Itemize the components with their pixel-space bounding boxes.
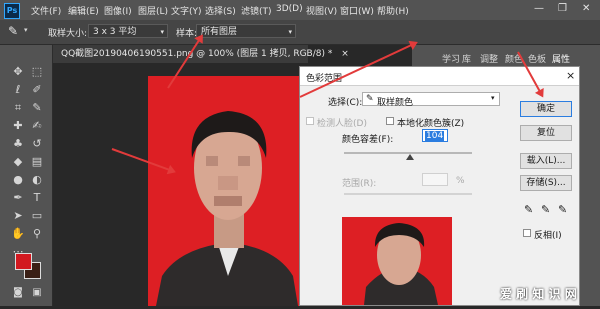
sample-size-select[interactable]: 3 x 3 平均 ▾ xyxy=(88,24,168,38)
load-button[interactable]: 载入(L)... xyxy=(520,153,572,169)
healing-brush-tool-icon[interactable]: ✚ xyxy=(10,118,26,134)
zoom-tool-icon[interactable]: ⚲ xyxy=(29,226,45,242)
minimize-button[interactable]: — xyxy=(534,3,544,14)
type-tool-icon[interactable]: T xyxy=(29,190,45,206)
menu-image[interactable]: 图像(I) xyxy=(104,4,132,17)
close-window-button[interactable]: ✕ xyxy=(582,3,590,14)
document-tab[interactable]: QQ截图20190406190551.png @ 100% (图层 1 拷贝, … xyxy=(53,45,349,63)
color-range-dialog: 色彩范围 × 选择(C): ✎ 取样颜色 ▾ 检测人脸(D) 本地化颜色簇(Z)… xyxy=(299,66,580,306)
menu-3d[interactable]: 3D(D) xyxy=(276,4,303,14)
preview-figure xyxy=(364,223,438,305)
tab-swatches[interactable]: 色板 xyxy=(528,52,546,65)
select-value: 取样颜色 xyxy=(377,98,414,108)
menu-layer[interactable]: 图层(L) xyxy=(138,4,168,17)
portrait-photo xyxy=(148,76,300,306)
pen-tool-icon[interactable]: ✒ xyxy=(10,190,26,206)
path-select-tool-icon[interactable]: ➤ xyxy=(10,208,26,224)
menu-file[interactable]: 文件(F) xyxy=(31,4,61,17)
brush-tool-icon[interactable]: ✍ xyxy=(29,118,45,134)
close-icon[interactable]: × xyxy=(341,49,349,59)
eyedropper-tool-icon[interactable]: ✎ xyxy=(29,100,45,116)
menu-help[interactable]: 帮助(H) xyxy=(377,4,409,17)
select-label: 选择(C): xyxy=(328,98,363,108)
gradient-tool-icon[interactable]: ▤ xyxy=(29,154,45,170)
fuzziness-value: 104 xyxy=(425,131,445,141)
blur-tool-icon[interactable]: ● xyxy=(10,172,26,188)
range-slider-track[interactable] xyxy=(344,193,472,195)
photoshop-logo: Ps xyxy=(4,3,20,19)
shape-tool-icon[interactable]: ▭ xyxy=(29,208,45,224)
quick-mask-icon[interactable]: ◙ xyxy=(10,285,26,301)
save-button[interactable]: 存储(S)... xyxy=(520,175,572,191)
tab-learn[interactable]: 学习 xyxy=(442,52,460,65)
select-dropdown[interactable]: ✎ 取样颜色 ▾ xyxy=(362,92,500,108)
menu-view[interactable]: 视图(V) xyxy=(306,4,337,17)
move-tool-icon[interactable]: ✥ xyxy=(10,64,26,80)
detect-faces-label: 检测人脸(D) xyxy=(317,119,367,129)
range-label: 范围(R): xyxy=(342,179,377,189)
chevron-down-icon: ▾ xyxy=(160,28,164,36)
menu-type[interactable]: 文字(Y) xyxy=(171,4,202,17)
fuzziness-slider-handle[interactable] xyxy=(406,154,414,160)
tab-libraries[interactable]: 库 xyxy=(462,52,471,65)
chevron-down-icon: ▾ xyxy=(491,94,495,102)
invert-label: 反相(I) xyxy=(534,231,562,241)
screen-mode-icon[interactable]: ▣ xyxy=(29,285,45,301)
menu-edit[interactable]: 编辑(E) xyxy=(68,4,99,17)
watermark: 爱 刷 知 识 网 xyxy=(500,287,577,301)
hand-tool-icon[interactable]: ✋ xyxy=(10,226,26,242)
localized-clusters-label: 本地化颜色簇(Z) xyxy=(397,119,465,129)
tab-properties[interactable]: 属性 xyxy=(552,52,570,65)
tab-adjustments[interactable]: 调整 xyxy=(480,52,498,65)
menu-bar: Ps 文件(F) 编辑(E) 图像(I) 图层(L) 文字(Y) 选择(S) 滤… xyxy=(0,0,600,20)
history-brush-tool-icon[interactable]: ↺ xyxy=(29,136,45,152)
chevron-down-icon[interactable]: ▾ xyxy=(24,26,28,34)
sample-size-value: 3 x 3 平均 xyxy=(93,27,137,37)
sample-size-label: 取样大小: xyxy=(48,29,88,39)
crop-tool-icon[interactable]: ⌗ xyxy=(10,100,26,116)
sample-value: 所有图层 xyxy=(201,27,238,37)
foreground-color-swatch[interactable] xyxy=(15,253,32,270)
reset-button[interactable]: 复位 xyxy=(520,125,572,141)
clone-stamp-tool-icon[interactable]: ♣ xyxy=(10,136,26,152)
portrait-figure xyxy=(156,111,298,306)
eraser-tool-icon[interactable]: ◆ xyxy=(10,154,26,170)
range-unit: % xyxy=(456,176,465,186)
menu-window[interactable]: 窗口(W) xyxy=(340,4,374,17)
document-title: QQ截图20190406190551.png @ 100% (图层 1 拷贝, … xyxy=(61,49,333,59)
sample-select[interactable]: 所有图层 ▾ xyxy=(196,24,296,38)
eyedropper-icon: ✎ xyxy=(366,94,374,104)
eyedropper-tool-icon[interactable]: ✎ xyxy=(8,24,18,38)
dodge-tool-icon[interactable]: ◐ xyxy=(29,172,45,188)
fuzziness-input[interactable]: 104 xyxy=(422,129,448,142)
preview-image xyxy=(342,217,452,305)
dialog-close-button[interactable]: × xyxy=(566,69,575,82)
eyedropper-icon[interactable]: ✎ xyxy=(524,203,533,216)
menu-filter[interactable]: 滤镜(T) xyxy=(241,4,272,17)
maximize-button[interactable]: ❐ xyxy=(558,3,567,14)
fuzziness-label: 颜色容差(F): xyxy=(342,135,394,145)
range-input[interactable] xyxy=(422,173,448,186)
invert-checkbox[interactable] xyxy=(523,229,531,237)
ok-button[interactable]: 确定 xyxy=(520,101,572,117)
eyedropper-plus-icon[interactable]: ✎ xyxy=(541,203,550,216)
tools-panel: ✥ ⬚ ℓ ✐ ⌗ ✎ ✚ ✍ ♣ ↺ ◆ ▤ ● ◐ ✒ T ➤ ▭ ✋ ⚲ … xyxy=(0,45,53,306)
options-bar: ✎ ▾ 取样大小: 3 x 3 平均 ▾ 样本: 所有图层 ▾ xyxy=(0,20,600,45)
chevron-down-icon: ▾ xyxy=(288,28,292,36)
detect-faces-checkbox[interactable] xyxy=(306,117,314,125)
localized-clusters-checkbox[interactable] xyxy=(386,117,394,125)
quick-select-tool-icon[interactable]: ✐ xyxy=(29,82,45,98)
marquee-tool-icon[interactable]: ⬚ xyxy=(29,64,45,80)
lasso-tool-icon[interactable]: ℓ xyxy=(10,82,26,98)
eyedropper-minus-icon[interactable]: ✎ xyxy=(558,203,567,216)
menu-select[interactable]: 选择(S) xyxy=(205,4,236,17)
